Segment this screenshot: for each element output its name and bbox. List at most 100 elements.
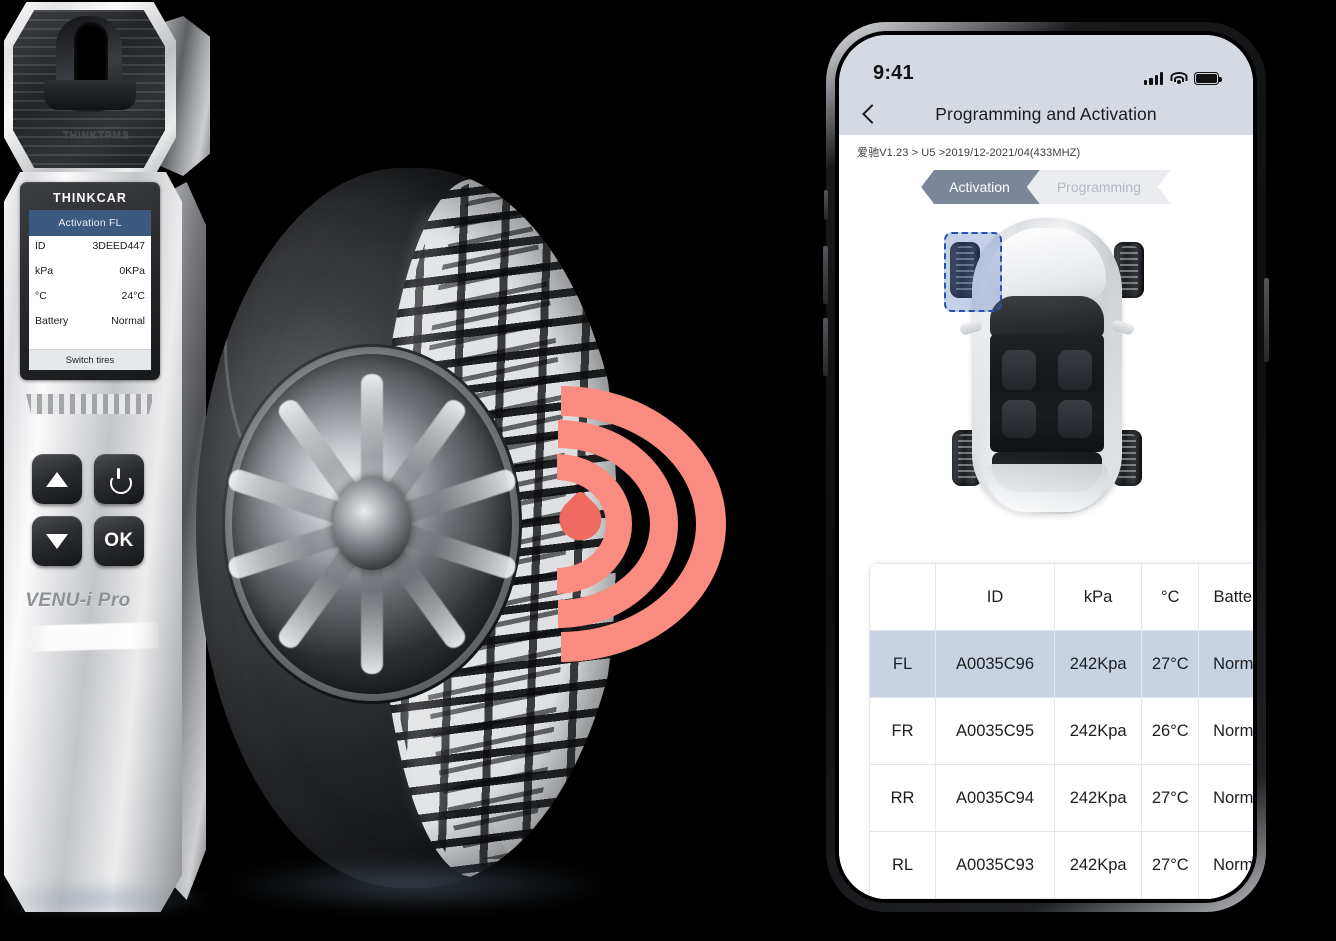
lcd-row-battery: Battery Normal bbox=[35, 315, 145, 340]
tool-lcd-screen: Activation FL ID 3DEED447 kPa 0KPa °C 24 bbox=[29, 210, 151, 370]
cell-temp: 26°C bbox=[1141, 697, 1200, 765]
cell-battery: Normal bbox=[1198, 630, 1253, 698]
ok-button-label: OK bbox=[104, 530, 134, 551]
cellular-signal-icon bbox=[1144, 72, 1163, 85]
th-position bbox=[869, 563, 936, 631]
tpms-handheld-tool: THINKTPMS THINKCAR Activation FL ID 3DEE… bbox=[0, 0, 216, 925]
seat-rear-right bbox=[1058, 400, 1092, 438]
cell-id: A0035C96 bbox=[934, 630, 1056, 698]
lcd-value-id: 3DEED447 bbox=[92, 240, 145, 252]
seat-front-left bbox=[1002, 350, 1036, 390]
page-content: 爱驰V1.23 > U5 >2019/12-2021/04(433MHZ) Ac… bbox=[839, 135, 1253, 899]
cell-temp: 27°C bbox=[1141, 831, 1200, 899]
table-row[interactable]: FL A0035C96 242Kpa 27°C Normal bbox=[869, 630, 1253, 698]
mute-switch[interactable] bbox=[824, 190, 828, 220]
cell-position: RR bbox=[869, 764, 936, 832]
table-row[interactable]: FR A0035C95 242Kpa 26°C Normal bbox=[869, 697, 1253, 765]
lcd-reading-list: ID 3DEED447 kPa 0KPa °C 24°C Battery Nor… bbox=[29, 236, 151, 340]
lcd-row-temp: °C 24°C bbox=[35, 290, 145, 315]
tab-strip: Activation Programming bbox=[839, 170, 1253, 204]
cell-id: A0035C95 bbox=[934, 697, 1056, 765]
smartphone-mockup: 9:41 Programming and Activation 爱驰V1.23 … bbox=[823, 22, 1269, 912]
tool-head-plate: THINKTPMS bbox=[4, 2, 176, 178]
cell-battery: Normal bbox=[1198, 764, 1253, 832]
breadcrumb: 爱驰V1.23 > U5 >2019/12-2021/04(433MHZ) bbox=[857, 147, 1081, 159]
thinktpms-emboss-label: THINKTPMS bbox=[62, 129, 130, 141]
tool-hook-band bbox=[44, 80, 136, 110]
down-button[interactable] bbox=[32, 516, 82, 566]
volume-up-button[interactable] bbox=[823, 246, 828, 304]
th-kpa: kPa bbox=[1054, 563, 1143, 631]
back-button-icon[interactable] bbox=[859, 104, 879, 124]
cell-position: FR bbox=[869, 697, 936, 765]
windshield bbox=[990, 296, 1104, 338]
cell-temp: 27°C bbox=[1141, 630, 1200, 698]
cell-id: A0035C93 bbox=[934, 831, 1056, 899]
lcd-value-battery: Normal bbox=[111, 315, 145, 327]
status-bar-icons bbox=[1144, 72, 1222, 85]
cell-battery: Normal bbox=[1198, 697, 1253, 765]
alloy-wheel bbox=[222, 344, 522, 704]
tpms-readings-table: ID kPa °C Battery FL A0035C96 bbox=[869, 563, 1253, 899]
volume-down-button[interactable] bbox=[823, 318, 828, 376]
lcd-row-kpa: kPa 0KPa bbox=[35, 265, 145, 290]
up-arrow-icon bbox=[46, 471, 68, 487]
wheel-hub bbox=[333, 478, 411, 570]
switch-tires-button[interactable]: Switch tires bbox=[29, 349, 151, 370]
cell-temp: 27°C bbox=[1141, 764, 1200, 832]
table-row[interactable]: RL A0035C93 242Kpa 27°C Normal bbox=[869, 831, 1253, 899]
tool-drop-shadow bbox=[6, 880, 216, 918]
tire-drop-shadow bbox=[226, 858, 606, 912]
car-diagram-area bbox=[839, 210, 1253, 530]
battery-icon bbox=[1194, 72, 1222, 85]
cell-kpa: 242Kpa bbox=[1054, 697, 1143, 765]
car-top-view-diagram[interactable] bbox=[944, 210, 1146, 522]
lcd-label-kpa: kPa bbox=[35, 265, 54, 277]
lcd-label-temp: °C bbox=[35, 290, 47, 302]
cell-position: RL bbox=[869, 831, 936, 899]
tool-body: THINKCAR Activation FL ID 3DEED447 kPa 0… bbox=[4, 172, 182, 912]
cell-kpa: 242Kpa bbox=[1054, 630, 1143, 698]
page-title: Programming and Activation bbox=[935, 103, 1157, 124]
scene-background: THINKTPMS THINKCAR Activation FL ID 3DEE… bbox=[0, 0, 1336, 941]
table-header-row: ID kPa °C Battery bbox=[869, 563, 1253, 631]
th-temp: °C bbox=[1141, 563, 1200, 631]
status-bar: 9:41 bbox=[839, 35, 1253, 93]
power-side-button[interactable] bbox=[1264, 278, 1269, 362]
seat-front-right bbox=[1058, 350, 1092, 390]
phone-bezel: 9:41 Programming and Activation 爱驰V1.23 … bbox=[835, 31, 1257, 903]
lcd-value-temp: 24°C bbox=[121, 290, 145, 302]
tab-activation[interactable]: Activation bbox=[921, 170, 1040, 204]
down-arrow-icon bbox=[46, 533, 68, 549]
tool-keypad: OK bbox=[32, 454, 152, 574]
cell-battery: Normal bbox=[1198, 831, 1253, 899]
power-icon bbox=[110, 468, 128, 488]
table-row[interactable]: RR A0035C94 242Kpa 27°C Normal bbox=[869, 764, 1253, 832]
car-trunk bbox=[986, 464, 1108, 512]
thinkcar-brand-label: THINKCAR bbox=[52, 191, 128, 205]
wifi-icon bbox=[1170, 72, 1187, 85]
tool-head: THINKTPMS bbox=[4, 2, 210, 178]
ok-button[interactable]: OK bbox=[94, 516, 144, 566]
cell-kpa: 242Kpa bbox=[1054, 831, 1143, 899]
rf-signal-waves-icon bbox=[550, 386, 756, 662]
lcd-title-bar: Activation FL bbox=[29, 210, 151, 236]
tool-screen-frame: THINKCAR Activation FL ID 3DEED447 kPa 0… bbox=[20, 182, 160, 380]
selected-wheel-highlight bbox=[944, 232, 1002, 312]
th-id: ID bbox=[934, 563, 1056, 631]
cell-position: FL bbox=[869, 630, 936, 698]
tab-programming[interactable]: Programming bbox=[1027, 170, 1171, 204]
th-battery: Battery bbox=[1198, 563, 1253, 631]
up-button[interactable] bbox=[32, 454, 82, 504]
tool-vent-grille bbox=[26, 394, 154, 414]
cell-kpa: 242Kpa bbox=[1054, 764, 1143, 832]
device-model-label: VENU-i Pro bbox=[25, 590, 131, 611]
lcd-value-kpa: 0KPa bbox=[119, 265, 145, 277]
tool-body-highlight bbox=[26, 622, 158, 652]
seat-rear-left bbox=[1002, 400, 1036, 438]
cell-id: A0035C94 bbox=[934, 764, 1056, 832]
power-button[interactable] bbox=[94, 454, 144, 504]
lcd-label-id: ID bbox=[35, 240, 46, 252]
lcd-row-id: ID 3DEED447 bbox=[35, 240, 145, 265]
phone-screen: 9:41 Programming and Activation 爱驰V1.23 … bbox=[839, 35, 1253, 899]
